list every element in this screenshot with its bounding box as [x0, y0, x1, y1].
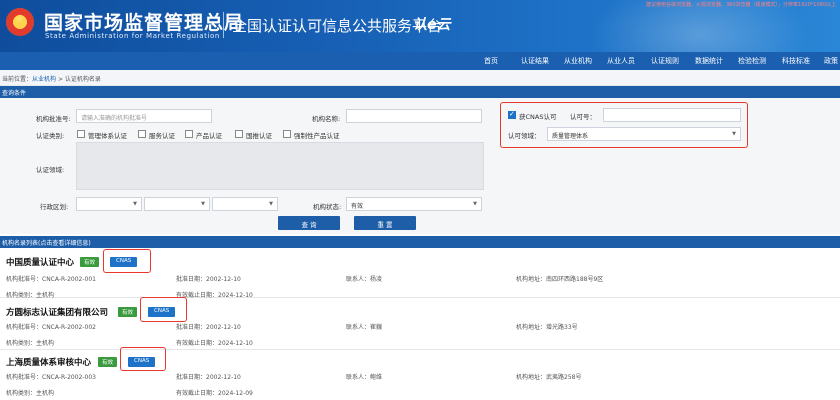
query-section-header: 查询条件	[0, 86, 840, 98]
breadcrumb-level2: 认证机构名录	[64, 76, 101, 83]
org-name[interactable]: 方圆标志认证集团有限公司	[6, 306, 108, 318]
status-badge: 有效	[98, 357, 118, 367]
chevron-down-icon: ▼	[473, 201, 477, 207]
cert-type-ccc-label: 强制性产品认证	[294, 132, 340, 140]
results-list: 中国质量认证中心 有效 CNAS 机构批准号：CNCA-R-2002-001 批…	[0, 248, 840, 400]
agency-name-cn: 国家市场监督管理总局	[44, 12, 245, 34]
expire-date: 有效截止日期：2024-12-10	[176, 292, 253, 299]
status-label: 机构状态:	[313, 203, 342, 211]
nav-item-statistics[interactable]: 数据统计	[695, 56, 723, 66]
org-name-label: 机构名称:	[312, 115, 341, 123]
org-name[interactable]: 中国质量认证中心	[6, 256, 74, 268]
main-nav: 首页 认证结果 从业机构 从业人员 认证规则 数据统计 检验检测 科技标准 政策	[0, 52, 840, 70]
org-address: 机构地址：增光路33号	[516, 324, 578, 331]
nav-item-inspection[interactable]: 检验检测	[738, 56, 766, 66]
site-header: 建议使用谷歌浏览器、火狐浏览器、360浏览器（极速模式），分辨率1920*108…	[0, 0, 840, 52]
region-province-select[interactable]: ▼	[76, 197, 142, 211]
accred-field-label: 认可领域：	[508, 132, 541, 140]
platform-logo[interactable]: 认e云	[413, 14, 451, 34]
cnas-badge-highlight	[103, 249, 151, 273]
approval-no-label: 机构批准号:	[36, 115, 71, 123]
nav-item-policy[interactable]: 政策	[824, 56, 838, 66]
org-address: 机构地址：南四环西路188号9区	[516, 276, 604, 283]
expire-date: 有效截止日期：2024-12-09	[176, 390, 253, 397]
approval-date: 批准日期：2002-12-10	[176, 324, 241, 331]
cert-type-checkbox-ccc[interactable]	[283, 130, 291, 138]
nav-item-cert-rules[interactable]: 认证规则	[651, 56, 679, 66]
status-badge: 有效	[118, 307, 138, 317]
approval-date: 批准日期：2002-12-10	[176, 374, 241, 381]
national-emblem-icon	[6, 8, 34, 36]
query-button[interactable]: 查 询	[278, 216, 340, 230]
cert-type-product-label: 产品认证	[196, 132, 222, 140]
cnas-badge-highlight	[120, 347, 166, 371]
query-form: 机构批准号: 请输入准确的机构批准号 机构名称: 认证类别: 管理体系认证 服务…	[0, 98, 840, 234]
list-item[interactable]: 方圆标志认证集团有限公司 有效 CNAS 机构批准号：CNCA-R-2002-0…	[0, 297, 840, 350]
cert-type-mgmt-label: 管理体系认证	[88, 132, 127, 140]
approval-no-input[interactable]: 请输入准确的机构批准号	[76, 109, 212, 123]
cert-type-checkbox-mgmt[interactable]	[77, 130, 85, 138]
cert-type-national-label: 国推认证	[246, 132, 272, 140]
expire-date: 有效截止日期：2024-12-10	[176, 340, 253, 347]
contact-person: 联系人：崔巍	[346, 324, 383, 331]
cert-type-checkbox-product[interactable]	[185, 130, 193, 138]
nav-item-personnel[interactable]: 从业人员	[607, 56, 635, 66]
contact-person: 联系人：鲍维	[346, 374, 383, 381]
agency-name-en: State Administration for Market Regulati…	[45, 32, 220, 40]
accred-no-label: 认可号：	[570, 113, 596, 121]
approval-no: 机构批准号：CNCA-R-2002-001	[6, 276, 96, 283]
org-category: 机构类别：主机构	[6, 390, 55, 397]
nav-item-standards[interactable]: 科技标准	[782, 56, 810, 66]
list-item[interactable]: 中国质量认证中心 有效 CNAS 机构批准号：CNCA-R-2002-001 批…	[0, 248, 840, 299]
contact-person: 联系人：杨凌	[346, 276, 383, 283]
status-select[interactable]: 有效 ▼	[346, 197, 482, 211]
chevron-down-icon: ▼	[732, 131, 736, 137]
region-city-select[interactable]: ▼	[144, 197, 210, 211]
cert-field-box[interactable]	[76, 142, 484, 190]
browser-notice: 建议使用谷歌浏览器、火狐浏览器、360浏览器（极速模式），分辨率1920*108…	[646, 2, 836, 8]
header-divider	[223, 12, 224, 38]
platform-title: 全国认证认可信息公共服务平台	[232, 17, 443, 35]
nav-item-cert-results[interactable]: 认证结果	[521, 56, 549, 66]
region-district-select[interactable]: ▼	[212, 197, 278, 211]
org-address: 机构地址：武夷路258号	[516, 374, 582, 381]
cert-type-service-label: 服务认证	[149, 132, 175, 140]
accred-field-value: 质量管理体系	[552, 133, 589, 140]
nav-item-organizations[interactable]: 从业机构	[564, 56, 592, 66]
accred-field-select[interactable]: 质量管理体系 ▼	[547, 127, 741, 141]
cnas-label: 获CNAS认可	[519, 113, 557, 121]
breadcrumb-level1[interactable]: 从业机构	[32, 76, 56, 83]
cert-type-checkbox-service[interactable]	[138, 130, 146, 138]
org-category: 机构类别：主机构	[6, 340, 55, 347]
chevron-down-icon: ▼	[269, 201, 273, 207]
cert-field-label: 认证领域:	[36, 166, 65, 174]
cnas-checkbox[interactable]	[508, 110, 516, 119]
cnas-badge-highlight	[140, 297, 187, 322]
accred-no-input[interactable]	[603, 108, 741, 122]
cert-type-checkbox-national[interactable]	[235, 130, 243, 138]
approval-no: 机构批准号：CNCA-R-2002-002	[6, 324, 96, 331]
approval-no: 机构批准号：CNCA-R-2002-003	[6, 374, 96, 381]
approval-date: 批准日期：2002-12-10	[176, 276, 241, 283]
reset-button[interactable]: 重 置	[354, 216, 416, 230]
list-section-header: 机构名录列表(点击查看详细信息)	[0, 236, 840, 248]
status-badge: 有效	[80, 257, 100, 267]
chevron-down-icon: ▼	[133, 201, 137, 207]
breadcrumb-separator: >	[56, 76, 65, 83]
nav-item-home[interactable]: 首页	[484, 56, 498, 66]
region-label: 行政区划:	[40, 203, 69, 211]
org-category: 机构类别：主机构	[6, 292, 55, 299]
org-name[interactable]: 上海质量体系审核中心	[6, 356, 91, 368]
org-name-input[interactable]	[346, 109, 482, 123]
chevron-down-icon: ▼	[201, 201, 205, 207]
cert-type-label: 认证类别:	[36, 132, 65, 140]
breadcrumb: 当前位置：从业机构 > 认证机构名录	[0, 70, 840, 86]
status-select-value: 有效	[351, 203, 364, 210]
list-item[interactable]: 上海质量体系审核中心 有效 CNAS 机构批准号：CNCA-R-2002-003…	[0, 347, 840, 400]
breadcrumb-prefix: 当前位置：	[2, 76, 33, 83]
